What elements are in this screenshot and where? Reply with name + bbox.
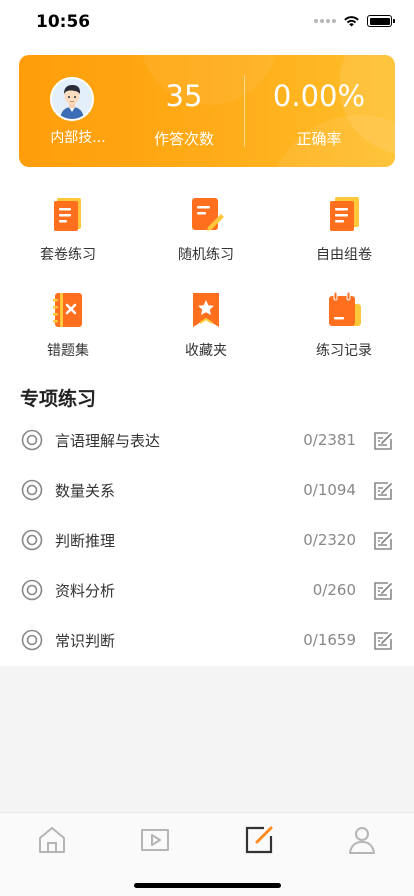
practice-count: 0/1094 <box>303 481 356 499</box>
feature-label: 自由组卷 <box>316 247 372 263</box>
feature-label: 收藏夹 <box>185 343 227 359</box>
practice-label: 资料分析 <box>55 582 116 600</box>
wrong-notebook-icon <box>53 293 82 327</box>
card-divider <box>244 75 245 147</box>
answer-count-label: 作答次数 <box>153 130 214 148</box>
tab-bar <box>0 812 414 896</box>
status-icons <box>314 15 395 27</box>
status-bar: 10:56 <box>0 0 414 44</box>
edit-square-icon[interactable] <box>242 823 276 857</box>
empty-content-area <box>0 666 414 812</box>
practice-count: 0/260 <box>312 581 356 599</box>
status-time: 10:56 <box>36 12 91 32</box>
star-bookmark-icon <box>193 293 219 327</box>
stacked-papers-icon <box>330 197 359 231</box>
edit-note-icon[interactable] <box>372 430 394 452</box>
practice-row-common-sense[interactable]: 常识判断 0/1659 <box>0 616 414 666</box>
video-play-icon[interactable] <box>138 823 172 857</box>
feature-wrong-questions[interactable]: 错题集 <box>8 290 128 360</box>
wifi-icon <box>344 16 359 27</box>
radio-circle-icon <box>21 529 43 551</box>
practice-row-reasoning[interactable]: 判断推理 0/2320 <box>0 516 414 566</box>
radio-circle-icon <box>21 429 43 451</box>
avatar[interactable] <box>50 77 94 121</box>
feature-random-practice[interactable]: 随机练习 <box>146 194 266 264</box>
edit-note-icon[interactable] <box>372 530 394 552</box>
user-avatar-icon <box>52 79 92 119</box>
practice-label: 判断推理 <box>55 532 116 550</box>
stats-card: 内部技... 35 作答次数 0.00% 正确率 <box>19 55 395 167</box>
practice-row-quantitative[interactable]: 数量关系 0/1094 <box>0 466 414 516</box>
edit-note-icon[interactable] <box>372 580 394 602</box>
feature-label: 练习记录 <box>316 343 372 359</box>
accuracy-label: 正确率 <box>296 130 342 148</box>
practice-count: 0/1659 <box>303 631 356 649</box>
practice-row-data-analysis[interactable]: 资料分析 0/260 <box>0 566 414 616</box>
practice-label: 常识判断 <box>55 632 116 650</box>
profile-icon[interactable] <box>345 823 379 857</box>
edit-note-icon[interactable] <box>372 480 394 502</box>
edit-note-icon[interactable] <box>372 630 394 652</box>
document-pencil-icon <box>192 198 224 231</box>
record-notebook-icon <box>329 291 361 326</box>
battery-icon <box>367 15 395 27</box>
feature-favorites[interactable]: 收藏夹 <box>146 290 266 360</box>
home-icon[interactable] <box>35 823 69 857</box>
feature-custom-paper[interactable]: 自由组卷 <box>284 194 404 264</box>
signal-icon <box>314 19 336 23</box>
practice-list: 言语理解与表达 0/2381 数量关系 0/1094 判断推理 0/2320 资… <box>0 416 414 666</box>
radio-circle-icon <box>21 629 43 651</box>
practice-label: 数量关系 <box>55 482 116 500</box>
user-name: 内部技... <box>50 130 106 146</box>
feature-label: 套卷练习 <box>40 247 96 263</box>
radio-circle-icon <box>21 479 43 501</box>
feature-practice-record[interactable]: 练习记录 <box>284 290 404 360</box>
accuracy-value: 0.00% <box>272 79 366 113</box>
radio-circle-icon <box>21 579 43 601</box>
practice-label: 言语理解与表达 <box>55 432 161 450</box>
feature-label: 错题集 <box>47 343 89 359</box>
section-title: 专项练习 <box>20 388 97 410</box>
answer-count-value: 35 <box>165 79 203 113</box>
home-indicator <box>134 883 281 888</box>
feature-label: 随机练习 <box>178 247 234 263</box>
practice-row-verbal[interactable]: 言语理解与表达 0/2381 <box>0 416 414 466</box>
scroll-paper-icon <box>54 198 81 231</box>
practice-count: 0/2381 <box>303 431 356 449</box>
feature-full-paper-practice[interactable]: 套卷练习 <box>8 194 128 264</box>
practice-count: 0/2320 <box>303 531 356 549</box>
